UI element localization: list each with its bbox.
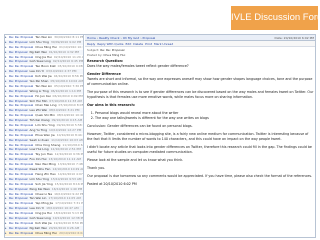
author-label: Posted by: — [87, 52, 103, 57]
thread-row[interactable]: ▸ Re: Re: Proposal Chua Ming Hui 20/10/2010… — [5, 230, 83, 236]
forum-window: ▸ Re: Re: Proposal Tan Wei Lin 30/09/2010 8… — [4, 34, 316, 238]
subject-label: Subject: — [87, 48, 100, 52]
aims-heading: Our aims in this research: — [87, 103, 136, 107]
breadcrumb-link[interactable]: Oh My God — [123, 36, 140, 40]
author-value: Chua Ming Hui — [103, 52, 126, 57]
research-question-text: Does the way males/females tweet reflect… — [87, 64, 189, 68]
breadcrumb-link[interactable]: Proposal — [143, 36, 156, 40]
toolbar-link[interactable]: Mark Unread — [154, 42, 173, 46]
thread-list[interactable]: ▸ Re: Re: Proposal Tan Wei Lin 30/09/2010 8… — [5, 35, 84, 237]
thread-subject[interactable]: Re: Re: Proposal — [9, 231, 33, 236]
thread-date: 20/10/2010 6:02 PM — [59, 230, 83, 235]
twitter-paragraph: However, Twitter, considered a micro-blo… — [87, 132, 309, 141]
thanks-paragraph: Thank you. — [87, 166, 106, 170]
breadcrumb-separator-icon: › — [120, 36, 122, 40]
subject-value: Re: Re: Proposal — [100, 48, 125, 52]
toolbar-link[interactable]: Reply — [87, 42, 95, 46]
toolbar-link[interactable]: Delete — [133, 42, 143, 46]
gap-paragraph: I didn't locate any article that looks i… — [87, 145, 312, 154]
purpose-paragraph: The purpose of this research is to see i… — [87, 90, 314, 99]
message-meta: Subject: Re: Re: Proposal Posted by: Chu… — [85, 47, 315, 58]
request-paragraph: Please look at the sample and let us kno… — [87, 158, 184, 162]
toolbar-link[interactable]: Edit — [125, 42, 131, 46]
message-footer: Posted at 20/10/2010 6:02 PM — [87, 182, 137, 186]
breadcrumb-separator-icon: › — [140, 36, 142, 40]
research-question-heading: Research Question: — [87, 59, 124, 63]
breadcrumb-link[interactable]: Reality Check — [99, 36, 119, 40]
thread-author: Chua Ming Hui — [35, 230, 58, 235]
breadcrumb-separator-icon: › — [96, 36, 99, 40]
message-pane: Date: 20/10/2010 6:02 PM Home›Reality Ch… — [85, 35, 315, 237]
gender-difference-text: Tweets are short and informal, so the wa… — [87, 77, 313, 86]
deadline-paragraph: Our proposal is due tomorrow so any comm… — [87, 174, 313, 178]
gender-difference-heading: Gender Difference — [87, 72, 121, 76]
forum-title-banner: IVLE Discussion Forum — [231, 6, 320, 30]
toolbar-link[interactable]: Print — [145, 42, 152, 46]
aims-list: Personal blogs would reveal more about t… — [95, 111, 314, 121]
message-body: Research Question: Does the way males/fe… — [85, 58, 315, 191]
aims-list-item: The way one talks/tweets is different fo… — [95, 116, 314, 121]
toolbar-link[interactable]: Reply With Quote — [97, 42, 123, 46]
breadcrumb-link[interactable]: Home — [87, 36, 96, 40]
conclusion-paragraph: Conclusion: Gender differences can be fo… — [87, 124, 193, 128]
